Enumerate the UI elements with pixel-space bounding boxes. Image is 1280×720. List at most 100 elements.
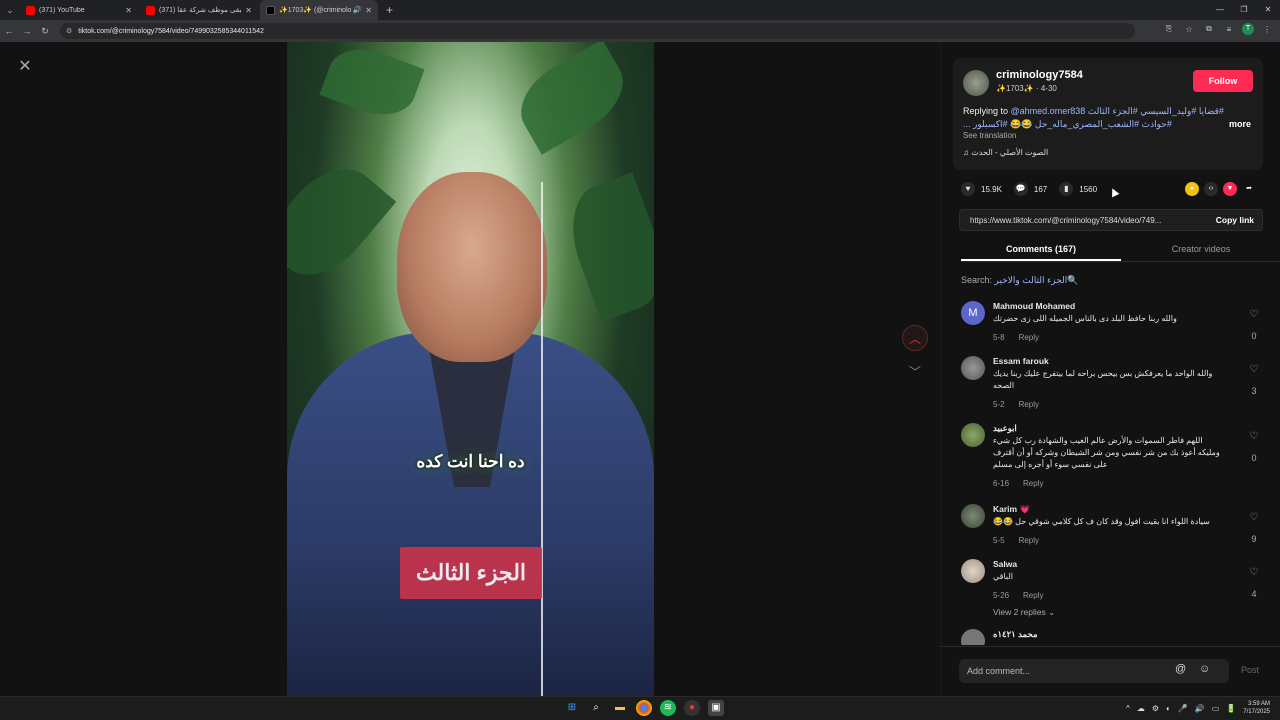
browser-tab-youtube-video[interactable]: (371) لما تبقى موظف شركة عقا... ✕ xyxy=(140,0,258,20)
heart-outline-icon[interactable]: ♡ xyxy=(1247,512,1261,523)
windows-start-icon[interactable]: ⊞ xyxy=(564,700,580,716)
coin-icon[interactable]: ● xyxy=(1185,182,1199,196)
comment-username[interactable]: Essam farouk xyxy=(993,356,1049,366)
comment-text: اللهم فاطر السموات والأرض عالم الغيب وال… xyxy=(993,436,1220,469)
share-icon[interactable]: ➦ xyxy=(1242,182,1256,196)
bookmark-star-icon[interactable]: ☆ xyxy=(1182,25,1196,34)
install-app-icon[interactable]: ⎘ xyxy=(1162,24,1176,34)
post-button[interactable]: Post xyxy=(1241,665,1259,675)
tab-creator-videos[interactable]: Creator videos xyxy=(1121,240,1280,261)
wifi-icon[interactable]: ▭ xyxy=(1212,704,1220,713)
post-info-card: criminology7584 ✨1703✨ · 4-30 Follow Rep… xyxy=(953,58,1263,170)
avatar[interactable] xyxy=(961,559,985,583)
media-icon[interactable]: ≡ xyxy=(1222,25,1236,34)
comment-like-count: 9 xyxy=(1251,534,1257,544)
share-buttons: ● ‹› ▼ ➦ xyxy=(1185,182,1256,196)
battery-icon[interactable]: 🔋 xyxy=(1226,704,1236,713)
new-tab-button[interactable]: + xyxy=(386,3,393,17)
browser-tab-youtube[interactable]: (371) YouTube ✕ xyxy=(20,0,138,20)
microphone-icon[interactable]: 🎤 xyxy=(1178,704,1188,713)
video-link-box[interactable]: https://www.tiktok.com/@criminology7584/… xyxy=(959,209,1263,231)
comment-date: 5-2 xyxy=(993,400,1005,409)
music-link[interactable]: ♫ الصوت الأصلي - الحدث xyxy=(963,148,1048,157)
avatar[interactable] xyxy=(961,356,985,380)
send-icon[interactable]: ▼ xyxy=(1223,182,1237,196)
close-tab-icon[interactable]: ✕ xyxy=(245,6,252,15)
reply-button[interactable]: Reply xyxy=(1019,333,1039,342)
reply-button[interactable]: Reply xyxy=(1023,479,1043,488)
heart-outline-icon[interactable]: ♡ xyxy=(1247,364,1261,375)
heart-outline-icon[interactable]: ♡ xyxy=(1247,567,1261,578)
comment-username[interactable]: Mahmoud Mohamed xyxy=(993,301,1075,311)
site-info-icon[interactable]: ⚙ xyxy=(66,27,72,35)
speaker-icon[interactable]: 🔊 xyxy=(353,6,362,14)
tray-icon[interactable]: ◐ xyxy=(1166,704,1171,713)
tab-search-icon[interactable]: ⌄ xyxy=(0,0,20,20)
clock[interactable]: 3:59 AM 7/17/2025 xyxy=(1243,700,1270,716)
tray-icon[interactable]: ☁ xyxy=(1137,704,1145,713)
comment-username[interactable]: محمد ١٤٢١ه xyxy=(993,629,1038,640)
close-tab-icon[interactable]: ✕ xyxy=(125,6,132,15)
next-video-button[interactable]: ﹀ xyxy=(902,359,928,385)
search-icon[interactable]: ⌕ xyxy=(588,700,604,716)
extensions-icon[interactable]: ⧉ xyxy=(1202,24,1216,34)
close-icon[interactable]: ✕ xyxy=(16,58,34,76)
browser-toolbar-right: ⎘ ☆ ⧉ ≡ T ⋮ xyxy=(1162,23,1274,35)
minimize-icon[interactable]: — xyxy=(1208,0,1232,20)
avatar[interactable] xyxy=(961,504,985,528)
mention-icon[interactable]: @ xyxy=(1175,663,1186,675)
browser-tab-tiktok[interactable]: ✨1703✨ (@criminology... 🔊 ✕ xyxy=(260,0,378,20)
comment-button[interactable]: 💬 167 xyxy=(1013,182,1047,196)
chevron-up-icon[interactable]: ^ xyxy=(1126,704,1130,713)
search-label: Search: xyxy=(961,275,995,285)
reply-button[interactable]: Reply xyxy=(1019,400,1039,409)
reply-button[interactable]: Reply xyxy=(1023,591,1043,600)
video-link-text: https://www.tiktok.com/@criminology7584/… xyxy=(970,215,1162,225)
back-icon[interactable]: ← xyxy=(0,26,18,36)
url-field[interactable]: ⚙ tiktok.com/@criminology7584/video/7499… xyxy=(60,23,1135,39)
caption-mention[interactable]: @ahmed.omer838 xyxy=(1011,106,1086,116)
comment-username[interactable]: Karim 💗 xyxy=(993,504,1030,515)
avatar[interactable] xyxy=(961,629,985,645)
video-player[interactable]: ده احنا انت كده الجزء الثالث xyxy=(287,42,654,696)
save-button[interactable]: ▮ 1560 xyxy=(1059,182,1097,196)
reply-button[interactable]: Reply xyxy=(1019,536,1039,545)
embed-icon[interactable]: ‹› xyxy=(1204,182,1218,196)
forward-icon[interactable]: → xyxy=(18,26,36,36)
close-window-icon[interactable]: ✕ xyxy=(1256,0,1280,20)
spotify-icon[interactable]: ≋ xyxy=(660,700,676,716)
search-query-link[interactable]: الجزء الثالث والاخير🔍 xyxy=(995,275,1079,285)
volume-icon[interactable]: 🔊 xyxy=(1195,704,1205,713)
chrome-icon[interactable] xyxy=(636,700,652,716)
previous-video-button[interactable]: ︿ xyxy=(902,325,928,351)
comment-username[interactable]: ابوعبيد xyxy=(993,423,1017,434)
emoji-icon[interactable]: ☺ xyxy=(1199,663,1210,675)
creator-subline: ✨1703✨ · 4-30 xyxy=(996,84,1057,93)
more-button[interactable]: more xyxy=(1229,119,1251,129)
windows-taskbar: ⊞ ⌕ ▬ ≋ ● ▣ ^ ☁ ⚙ ◐ 🎤 🔊 ▭ 🔋 3:59 AM 7/17… xyxy=(0,696,1280,720)
close-tab-icon[interactable]: ✕ xyxy=(365,6,372,15)
profile-avatar[interactable]: T xyxy=(1242,23,1254,35)
avatar[interactable]: M xyxy=(961,301,985,325)
view-replies-button[interactable]: View 2 replies ⌄ xyxy=(993,607,1055,618)
reload-icon[interactable]: ↻ xyxy=(36,26,54,37)
app-icon[interactable]: ● xyxy=(684,700,700,716)
follow-button[interactable]: Follow xyxy=(1193,70,1253,92)
see-translation-link[interactable]: See translation xyxy=(963,131,1016,140)
tray-icon[interactable]: ⚙ xyxy=(1152,704,1159,713)
comment-input[interactable]: Add comment... xyxy=(959,659,1229,683)
heart-outline-icon[interactable]: ♡ xyxy=(1247,309,1261,320)
menu-icon[interactable]: ⋮ xyxy=(1260,25,1274,34)
avatar[interactable] xyxy=(961,423,985,447)
terminal-icon[interactable]: ▣ xyxy=(708,700,724,716)
copy-link-button[interactable]: Copy link xyxy=(1216,215,1254,225)
comment-text: الباقي xyxy=(993,572,1014,581)
creator-avatar[interactable] xyxy=(963,70,989,96)
file-explorer-icon[interactable]: ▬ xyxy=(612,700,628,716)
tab-comments[interactable]: Comments (167) xyxy=(961,240,1121,261)
heart-outline-icon[interactable]: ♡ xyxy=(1247,431,1261,442)
creator-username[interactable]: criminology7584 xyxy=(996,69,1083,81)
like-button[interactable]: ♥ 15.9K xyxy=(961,182,1002,196)
comment-username[interactable]: Salwa xyxy=(993,559,1017,569)
maximize-icon[interactable]: ❐ xyxy=(1232,0,1256,20)
